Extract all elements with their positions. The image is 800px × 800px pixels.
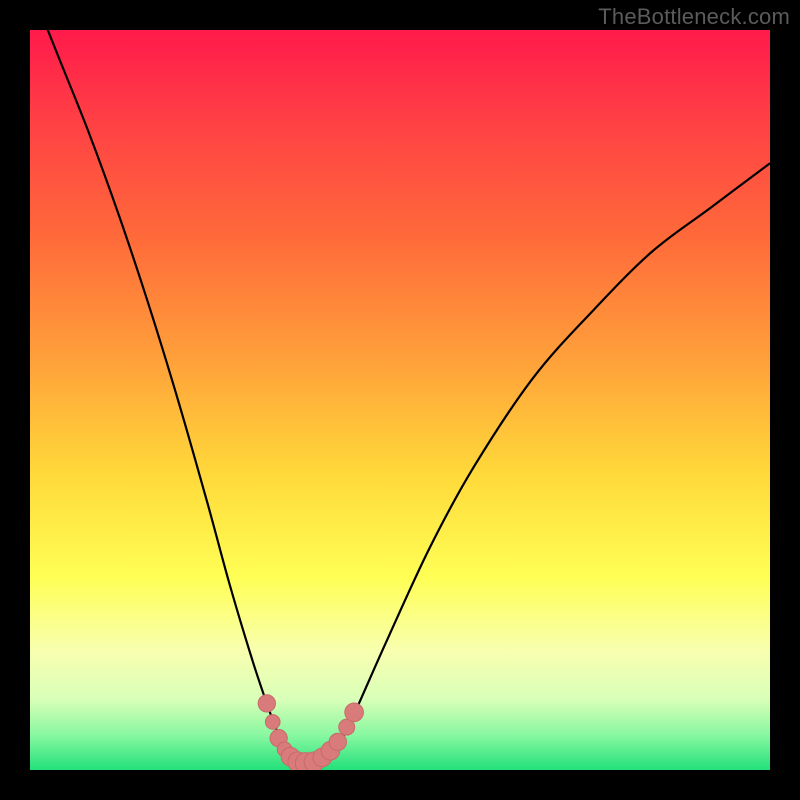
curve-marker — [329, 733, 346, 750]
curve-marker — [345, 703, 364, 722]
watermark-text: TheBottleneck.com — [598, 4, 790, 30]
chart-frame: TheBottleneck.com — [0, 0, 800, 800]
gradient-background — [30, 30, 770, 770]
plot-area — [30, 30, 770, 770]
curve-marker — [258, 695, 275, 712]
chart-svg — [30, 30, 770, 770]
curve-marker — [265, 715, 280, 730]
